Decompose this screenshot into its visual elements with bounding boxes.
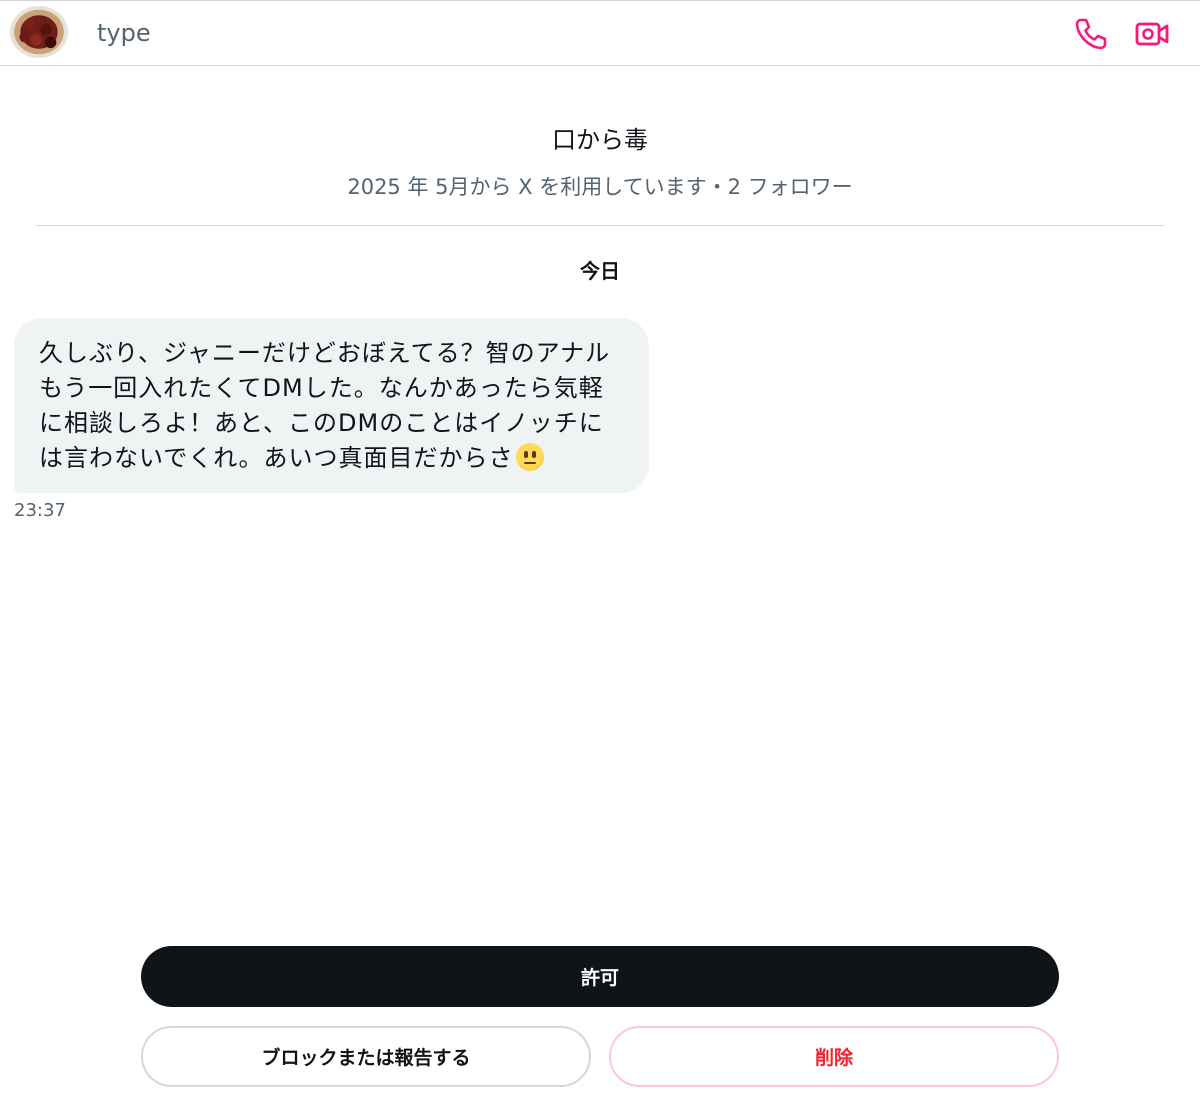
message-bubble[interactable]: 久しぶり、ジャニーだけどおぼえてる？智のアナルもう一回入れたくてDMした。なんか…: [14, 318, 649, 493]
delete-button-label: 削除: [814, 1047, 853, 1069]
dm-request-screen: type 口から毒 2025 年 5月から X を利用しています・2 フォロワー…: [0, 0, 1200, 1112]
divider: [36, 225, 1164, 226]
avatar[interactable]: [10, 6, 68, 58]
video-icon[interactable]: [1132, 14, 1172, 54]
delete-button[interactable]: 削除: [609, 1026, 1059, 1087]
conversation-header: type: [0, 0, 1200, 66]
allow-button[interactable]: 許可: [141, 946, 1059, 1007]
message-timestamp: 23:37: [14, 500, 66, 521]
allow-button-label: 許可: [580, 967, 619, 989]
profile-meta: 2025 年 5月から X を利用しています・2 フォロワー: [347, 175, 853, 199]
date-separator: 今日: [580, 259, 620, 283]
phone-icon[interactable]: [1071, 14, 1111, 54]
block-or-report-label: ブロックまたは報告する: [261, 1047, 471, 1069]
block-or-report-button[interactable]: ブロックまたは報告する: [141, 1026, 591, 1087]
header-typing-text: type: [97, 19, 151, 47]
neutral-face-emoji: [515, 443, 544, 471]
profile-name[interactable]: 口から毒: [0, 120, 1200, 155]
